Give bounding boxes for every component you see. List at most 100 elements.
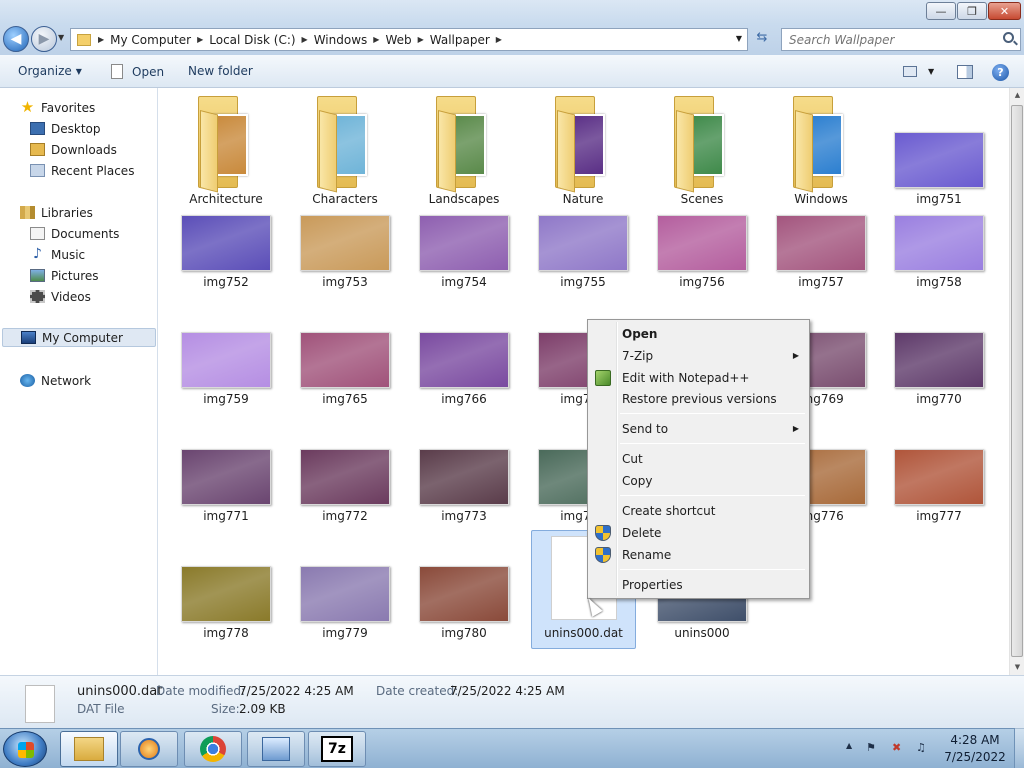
- clock-time[interactable]: 4:28 AM: [940, 733, 1010, 747]
- file-img771[interactable]: img771: [171, 439, 281, 549]
- menu-item-rename[interactable]: Rename: [590, 544, 807, 566]
- chevron-right-icon[interactable]: ▶: [370, 35, 382, 44]
- change-view-icon[interactable]: [903, 66, 917, 77]
- folder-landscapes[interactable]: Landscapes: [409, 88, 519, 206]
- organize-button[interactable]: Organize ▼: [18, 64, 82, 78]
- view-options-dropdown-icon[interactable]: ▼: [928, 67, 934, 76]
- minimize-button[interactable]: —: [926, 2, 956, 20]
- sidebar-item-downloads[interactable]: Downloads: [30, 140, 117, 159]
- close-button[interactable]: ✕: [988, 2, 1021, 20]
- network-status-icon[interactable]: ✖: [892, 741, 901, 754]
- forward-button[interactable]: ▶: [31, 26, 57, 52]
- folder-architecture[interactable]: Architecture: [171, 88, 281, 206]
- scrollbar-thumb[interactable]: [1011, 105, 1023, 657]
- file-img754[interactable]: img754: [409, 205, 519, 315]
- maximize-button[interactable]: ❐: [957, 2, 987, 20]
- notepadpp-icon: [595, 370, 611, 386]
- help-icon[interactable]: ?: [992, 64, 1009, 81]
- menu-item-create-shortcut[interactable]: Create shortcut: [590, 500, 807, 522]
- refresh-button[interactable]: ⇆: [751, 30, 773, 50]
- open-button[interactable]: Open: [111, 64, 164, 79]
- chevron-right-icon[interactable]: ▶: [299, 35, 311, 44]
- folder-scenes[interactable]: Scenes: [647, 88, 757, 206]
- search-icon[interactable]: [1003, 32, 1014, 43]
- file-name: img777: [916, 509, 962, 523]
- taskbar-explorer[interactable]: [60, 731, 118, 767]
- breadcrumb-web[interactable]: Web: [382, 33, 414, 47]
- sidebar-item-my-computer[interactable]: My Computer: [2, 328, 156, 347]
- address-dropdown-icon[interactable]: ▼: [736, 34, 742, 43]
- file-list[interactable]: Architecture Characters Landscapes Natur…: [159, 88, 1009, 675]
- new-folder-button[interactable]: New folder: [188, 64, 253, 78]
- taskbar-7zip[interactable]: 7z: [308, 731, 366, 767]
- recent-pages-button[interactable]: ▼: [58, 33, 64, 42]
- file-img772[interactable]: img772: [290, 439, 400, 549]
- chevron-right-icon[interactable]: ▶: [95, 35, 107, 44]
- file-img759[interactable]: img759: [171, 322, 281, 432]
- file-img757[interactable]: img757: [766, 205, 876, 315]
- file-img766[interactable]: img766: [409, 322, 519, 432]
- file-img780[interactable]: img780: [409, 556, 519, 666]
- file-img752[interactable]: img752: [171, 205, 281, 315]
- menu-item-cut[interactable]: Cut: [590, 448, 807, 470]
- sidebar-item-videos[interactable]: Videos: [30, 287, 91, 306]
- file-img773[interactable]: img773: [409, 439, 519, 549]
- menu-item-send-to[interactable]: Send to ▶: [590, 418, 807, 440]
- file-img751[interactable]: img751: [884, 88, 994, 206]
- preview-pane-icon[interactable]: [957, 65, 973, 79]
- menu-item-restore-previous-versions[interactable]: Restore previous versions: [590, 388, 807, 410]
- show-desktop-button[interactable]: [1014, 728, 1024, 768]
- breadcrumb-windows[interactable]: Windows: [311, 33, 371, 47]
- image-thumbnail: [300, 566, 390, 622]
- action-center-icon[interactable]: ⚑: [866, 741, 876, 754]
- menu-item-copy[interactable]: Copy: [590, 470, 807, 492]
- clock-date[interactable]: 7/25/2022: [940, 750, 1010, 764]
- sidebar-item-documents[interactable]: Documents: [30, 224, 119, 243]
- file-img765[interactable]: img765: [290, 322, 400, 432]
- file-img777[interactable]: img777: [884, 439, 994, 549]
- file-img758[interactable]: img758: [884, 205, 994, 315]
- search-box[interactable]: [781, 28, 1021, 51]
- address-bar[interactable]: ▶ My Computer ▶ Local Disk (C:) ▶ Window…: [70, 28, 748, 51]
- menu-item-edit-notepadpp[interactable]: Edit with Notepad++: [590, 367, 807, 389]
- sidebar-item-network[interactable]: Network: [20, 371, 91, 390]
- breadcrumb-my-computer[interactable]: My Computer: [107, 33, 194, 47]
- breadcrumb-wallpaper[interactable]: Wallpaper: [427, 33, 493, 47]
- show-hidden-icons-icon[interactable]: ▲: [846, 741, 852, 750]
- sidebar-item-desktop[interactable]: Desktop: [30, 119, 101, 138]
- chevron-right-icon[interactable]: ▶: [415, 35, 427, 44]
- sidebar-item-pictures[interactable]: Pictures: [30, 266, 99, 285]
- sidebar-item-favorites[interactable]: ★ Favorites: [20, 98, 95, 117]
- taskbar-chrome[interactable]: [184, 731, 242, 767]
- breadcrumb-local-disk[interactable]: Local Disk (C:): [206, 33, 298, 47]
- file-img756[interactable]: img756: [647, 205, 757, 315]
- file-img778[interactable]: img778: [171, 556, 281, 666]
- title-bar: — ❐ ✕: [0, 0, 1024, 24]
- taskbar-control-panel[interactable]: [247, 731, 305, 767]
- start-button[interactable]: [3, 731, 47, 767]
- file-img753[interactable]: img753: [290, 205, 400, 315]
- file-img770[interactable]: img770: [884, 322, 994, 432]
- volume-icon[interactable]: ♫: [916, 741, 926, 754]
- image-thumbnail: [419, 566, 509, 622]
- folder-nature[interactable]: Nature: [528, 88, 638, 206]
- sidebar-item-libraries[interactable]: Libraries: [20, 203, 93, 222]
- scroll-up-icon[interactable]: ▲: [1010, 88, 1024, 103]
- menu-item-open[interactable]: Open: [590, 323, 807, 345]
- search-input[interactable]: [782, 29, 992, 50]
- scroll-down-icon[interactable]: ▼: [1010, 660, 1024, 675]
- file-img779[interactable]: img779: [290, 556, 400, 666]
- menu-item-properties[interactable]: Properties: [590, 574, 807, 596]
- chevron-right-icon[interactable]: ▶: [493, 35, 505, 44]
- vertical-scrollbar[interactable]: ▲ ▼: [1009, 88, 1024, 675]
- folder-characters[interactable]: Characters: [290, 88, 400, 206]
- file-img755[interactable]: img755: [528, 205, 638, 315]
- chevron-right-icon[interactable]: ▶: [194, 35, 206, 44]
- taskbar-media-player[interactable]: [120, 731, 178, 767]
- folder-windows[interactable]: Windows: [766, 88, 876, 206]
- sidebar-item-music[interactable]: ♪ Music: [30, 245, 85, 264]
- menu-item-delete[interactable]: Delete: [590, 522, 807, 544]
- back-button[interactable]: ◀: [3, 26, 29, 52]
- sidebar-item-recent-places[interactable]: Recent Places: [30, 161, 134, 180]
- menu-item-7zip[interactable]: 7-Zip ▶: [590, 345, 807, 367]
